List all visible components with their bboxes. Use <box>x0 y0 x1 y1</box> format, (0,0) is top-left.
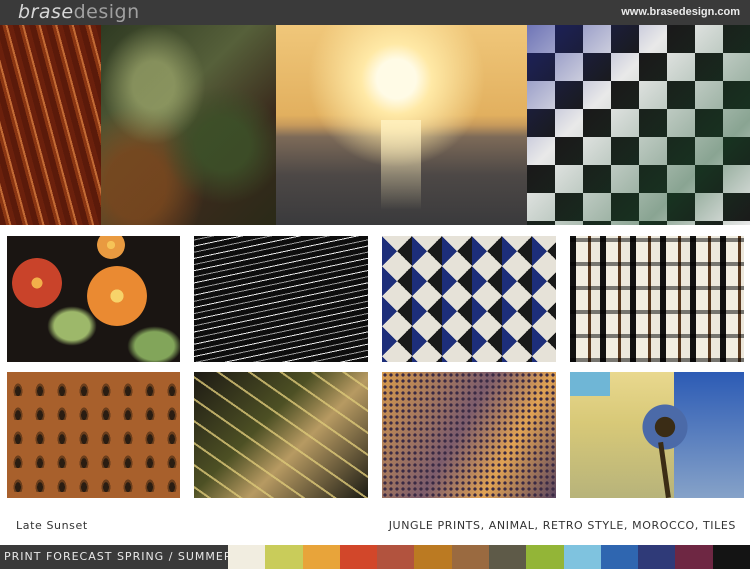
retro-scale-print-swatch <box>7 372 180 498</box>
jungle-foliage-photo <box>101 25 276 225</box>
color-swatch <box>638 545 676 569</box>
hibiscus-flower <box>12 258 62 308</box>
color-swatch <box>600 545 639 569</box>
leaf-shape <box>127 326 180 362</box>
leaf-shape <box>47 306 97 346</box>
brand-logo[interactable]: brasedesign <box>18 1 140 23</box>
color-swatch <box>563 545 601 569</box>
brand-logo-part2: design <box>73 1 140 23</box>
color-swatch <box>302 545 340 569</box>
palm-tree-print-swatch <box>570 372 744 498</box>
color-swatch <box>712 545 750 569</box>
liquid-metal-print-swatch <box>570 236 744 362</box>
hibiscus-flower <box>97 236 125 259</box>
color-swatch <box>265 545 303 569</box>
color-swatch <box>228 545 266 569</box>
halftone-jungle-print-swatch <box>382 372 556 498</box>
print-overlay <box>570 236 744 362</box>
theme-tags: JUNGLE PRINTS, ANIMAL, RETRO STYLE, MORO… <box>388 519 736 532</box>
hibiscus-print-swatch <box>7 236 180 362</box>
cyan-block <box>570 372 610 396</box>
color-swatch <box>377 545 415 569</box>
copper-fabric-photo <box>0 25 101 225</box>
color-swatch <box>339 545 378 569</box>
color-swatch <box>451 545 489 569</box>
color-palette <box>228 545 750 569</box>
palm-leaf-print-swatch <box>194 372 368 498</box>
tile-tint <box>527 25 750 225</box>
moroccan-tile-photo <box>527 25 750 225</box>
animal-stripe-print-swatch <box>194 236 368 362</box>
hibiscus-flower <box>87 266 147 326</box>
sun-reflection <box>381 120 421 210</box>
website-link[interactable]: www.brasedesign.com <box>621 6 740 18</box>
color-swatch <box>488 545 527 569</box>
footer-bar: PRINT FORECAST SPRING / SUMMER 2015 <box>0 545 750 569</box>
moroccan-tile-print-swatch <box>382 236 556 362</box>
ocean-sunset-photo <box>276 25 527 225</box>
color-swatch <box>414 545 452 569</box>
header-bar: brasedesign www.brasedesign.com <box>0 0 750 25</box>
color-swatch <box>526 545 564 569</box>
brand-logo-part1: brase <box>18 1 74 23</box>
palm-crown <box>630 392 700 462</box>
color-swatch <box>675 545 713 569</box>
theme-title: Late Sunset <box>16 519 88 532</box>
